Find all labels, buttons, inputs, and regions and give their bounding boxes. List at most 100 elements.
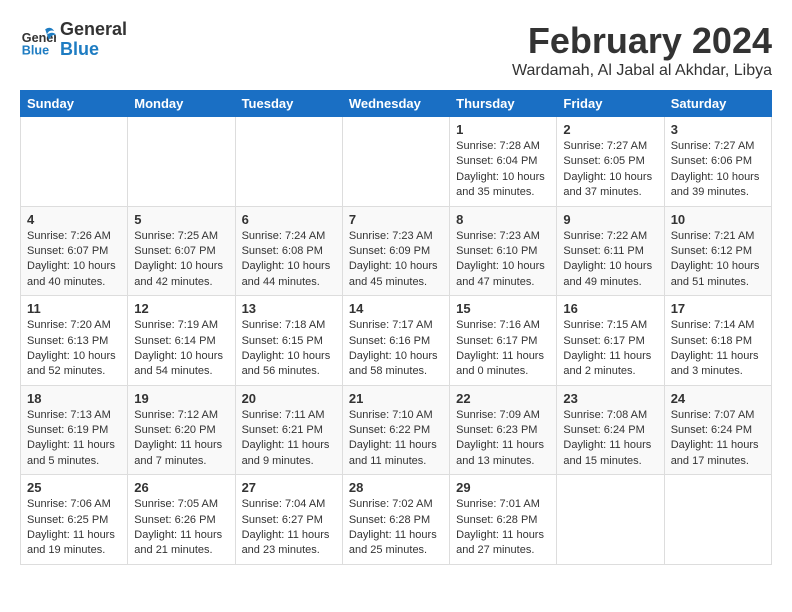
day-number: 5: [134, 212, 228, 227]
calendar-cell: 16 Sunrise: 7:15 AM Sunset: 6:17 PM Dayli…: [557, 296, 664, 386]
day-number: 24: [671, 391, 765, 406]
calendar-cell: 13 Sunrise: 7:18 AM Sunset: 6:15 PM Dayli…: [235, 296, 342, 386]
location-title: Wardamah, Al Jabal al Akhdar, Libya: [512, 62, 772, 80]
day-info: Sunrise: 7:15 AM Sunset: 6:17 PM Dayligh…: [563, 318, 657, 380]
weekday-header-friday: Friday: [557, 91, 664, 117]
calendar-cell: 11Sunrise: 7:20 AM Sunset: 6:13 PM Dayli…: [21, 296, 128, 386]
day-info: Sunrise: 7:08 AM Sunset: 6:24 PM Dayligh…: [563, 408, 657, 470]
logo-icon: General Blue: [20, 22, 56, 58]
day-info: Sunrise: 7:24 AM Sunset: 6:08 PM Dayligh…: [242, 229, 336, 291]
day-number: 22: [456, 391, 550, 406]
day-info: Sunrise: 7:01 AM Sunset: 6:28 PM Dayligh…: [456, 497, 550, 559]
day-info: Sunrise: 7:27 AM Sunset: 6:05 PM Dayligh…: [563, 139, 657, 201]
calendar-table: SundayMondayTuesdayWednesdayThursdayFrid…: [20, 90, 772, 565]
day-info: Sunrise: 7:16 AM Sunset: 6:17 PM Dayligh…: [456, 318, 550, 380]
calendar-week-4: 18Sunrise: 7:13 AM Sunset: 6:19 PM Dayli…: [21, 385, 772, 475]
day-number: 20: [242, 391, 336, 406]
day-number: 29: [456, 480, 550, 495]
svg-text:Blue: Blue: [22, 43, 49, 57]
day-number: 15: [456, 301, 550, 316]
calendar-cell: 23 Sunrise: 7:08 AM Sunset: 6:24 PM Dayli…: [557, 385, 664, 475]
day-number: 12: [134, 301, 228, 316]
calendar-week-2: 4Sunrise: 7:26 AM Sunset: 6:07 PM Daylig…: [21, 206, 772, 296]
calendar-cell: 19Sunrise: 7:12 AM Sunset: 6:20 PM Dayli…: [128, 385, 235, 475]
calendar-cell: 10 Sunrise: 7:21 AM Sunset: 6:12 PM Dayli…: [664, 206, 771, 296]
day-number: 13: [242, 301, 336, 316]
calendar-cell: [21, 117, 128, 207]
calendar-cell: 22 Sunrise: 7:09 AM Sunset: 6:23 PM Dayli…: [450, 385, 557, 475]
day-info: Sunrise: 7:28 AM Sunset: 6:04 PM Dayligh…: [456, 139, 550, 201]
calendar-cell: 8Sunrise: 7:23 AM Sunset: 6:10 PM Daylig…: [450, 206, 557, 296]
day-number: 8: [456, 212, 550, 227]
calendar-cell: 27 Sunrise: 7:04 AM Sunset: 6:27 PM Dayli…: [235, 475, 342, 565]
day-info: Sunrise: 7:06 AM Sunset: 6:25 PM Dayligh…: [27, 497, 121, 559]
day-number: 1: [456, 122, 550, 137]
calendar-cell: 15 Sunrise: 7:16 AM Sunset: 6:17 PM Dayli…: [450, 296, 557, 386]
calendar-cell: 26Sunrise: 7:05 AM Sunset: 6:26 PM Dayli…: [128, 475, 235, 565]
calendar-cell: [342, 117, 449, 207]
day-info: Sunrise: 7:12 AM Sunset: 6:20 PM Dayligh…: [134, 408, 228, 470]
day-info: Sunrise: 7:18 AM Sunset: 6:15 PM Dayligh…: [242, 318, 336, 380]
weekday-header-monday: Monday: [128, 91, 235, 117]
calendar-cell: [557, 475, 664, 565]
day-info: Sunrise: 7:19 AM Sunset: 6:14 PM Dayligh…: [134, 318, 228, 380]
weekday-header-saturday: Saturday: [664, 91, 771, 117]
logo-general: General: [60, 20, 127, 40]
calendar-cell: 1 Sunrise: 7:28 AM Sunset: 6:04 PM Daylig…: [450, 117, 557, 207]
day-info: Sunrise: 7:04 AM Sunset: 6:27 PM Dayligh…: [242, 497, 336, 559]
calendar-week-5: 25Sunrise: 7:06 AM Sunset: 6:25 PM Dayli…: [21, 475, 772, 565]
calendar-cell: 25Sunrise: 7:06 AM Sunset: 6:25 PM Dayli…: [21, 475, 128, 565]
logo-blue: Blue: [60, 40, 127, 60]
day-info: Sunrise: 7:17 AM Sunset: 6:16 PM Dayligh…: [349, 318, 443, 380]
day-info: Sunrise: 7:23 AM Sunset: 6:09 PM Dayligh…: [349, 229, 443, 291]
day-info: Sunrise: 7:20 AM Sunset: 6:13 PM Dayligh…: [27, 318, 121, 380]
calendar-cell: 14 Sunrise: 7:17 AM Sunset: 6:16 PM Dayli…: [342, 296, 449, 386]
day-number: 27: [242, 480, 336, 495]
day-info: Sunrise: 7:26 AM Sunset: 6:07 PM Dayligh…: [27, 229, 121, 291]
day-info: Sunrise: 7:27 AM Sunset: 6:06 PM Dayligh…: [671, 139, 765, 201]
day-info: Sunrise: 7:21 AM Sunset: 6:12 PM Dayligh…: [671, 229, 765, 291]
calendar-cell: 18Sunrise: 7:13 AM Sunset: 6:19 PM Dayli…: [21, 385, 128, 475]
calendar-cell: 2 Sunrise: 7:27 AM Sunset: 6:05 PM Daylig…: [557, 117, 664, 207]
day-number: 26: [134, 480, 228, 495]
calendar-week-1: 1 Sunrise: 7:28 AM Sunset: 6:04 PM Daylig…: [21, 117, 772, 207]
day-number: 17: [671, 301, 765, 316]
day-info: Sunrise: 7:02 AM Sunset: 6:28 PM Dayligh…: [349, 497, 443, 559]
day-info: Sunrise: 7:25 AM Sunset: 6:07 PM Dayligh…: [134, 229, 228, 291]
calendar-cell: 29 Sunrise: 7:01 AM Sunset: 6:28 PM Dayli…: [450, 475, 557, 565]
day-info: Sunrise: 7:13 AM Sunset: 6:19 PM Dayligh…: [27, 408, 121, 470]
calendar-cell: 24 Sunrise: 7:07 AM Sunset: 6:24 PM Dayli…: [664, 385, 771, 475]
day-info: Sunrise: 7:22 AM Sunset: 6:11 PM Dayligh…: [563, 229, 657, 291]
day-info: Sunrise: 7:10 AM Sunset: 6:22 PM Dayligh…: [349, 408, 443, 470]
day-number: 10: [671, 212, 765, 227]
month-title: February 2024: [512, 20, 772, 62]
calendar-cell: 5 Sunrise: 7:25 AM Sunset: 6:07 PM Daylig…: [128, 206, 235, 296]
day-number: 14: [349, 301, 443, 316]
calendar-cell: 28 Sunrise: 7:02 AM Sunset: 6:28 PM Dayli…: [342, 475, 449, 565]
calendar-cell: 20 Sunrise: 7:11 AM Sunset: 6:21 PM Dayli…: [235, 385, 342, 475]
day-number: 7: [349, 212, 443, 227]
day-info: Sunrise: 7:14 AM Sunset: 6:18 PM Dayligh…: [671, 318, 765, 380]
calendar-cell: [235, 117, 342, 207]
calendar-cell: 3 Sunrise: 7:27 AM Sunset: 6:06 PM Daylig…: [664, 117, 771, 207]
day-number: 23: [563, 391, 657, 406]
day-number: 28: [349, 480, 443, 495]
weekday-header-thursday: Thursday: [450, 91, 557, 117]
day-number: 3: [671, 122, 765, 137]
calendar-cell: 7 Sunrise: 7:23 AM Sunset: 6:09 PM Daylig…: [342, 206, 449, 296]
calendar-cell: 12 Sunrise: 7:19 AM Sunset: 6:14 PM Dayli…: [128, 296, 235, 386]
weekday-header-row: SundayMondayTuesdayWednesdayThursdayFrid…: [21, 91, 772, 117]
day-info: Sunrise: 7:07 AM Sunset: 6:24 PM Dayligh…: [671, 408, 765, 470]
day-number: 2: [563, 122, 657, 137]
calendar-week-3: 11Sunrise: 7:20 AM Sunset: 6:13 PM Dayli…: [21, 296, 772, 386]
day-number: 6: [242, 212, 336, 227]
calendar-cell: 17 Sunrise: 7:14 AM Sunset: 6:18 PM Dayli…: [664, 296, 771, 386]
day-info: Sunrise: 7:11 AM Sunset: 6:21 PM Dayligh…: [242, 408, 336, 470]
day-info: Sunrise: 7:09 AM Sunset: 6:23 PM Dayligh…: [456, 408, 550, 470]
logo: General Blue General Blue: [20, 20, 127, 60]
calendar-cell: [128, 117, 235, 207]
calendar-cell: 9Sunrise: 7:22 AM Sunset: 6:11 PM Daylig…: [557, 206, 664, 296]
calendar-cell: 6 Sunrise: 7:24 AM Sunset: 6:08 PM Daylig…: [235, 206, 342, 296]
day-number: 16: [563, 301, 657, 316]
calendar-cell: 21Sunrise: 7:10 AM Sunset: 6:22 PM Dayli…: [342, 385, 449, 475]
